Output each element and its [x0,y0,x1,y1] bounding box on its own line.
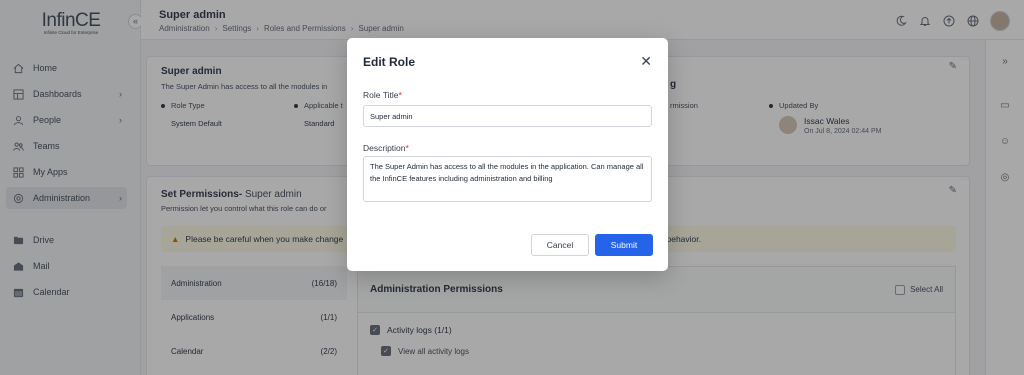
description-textarea[interactable]: The Super Admin has access to all the mo… [363,156,652,202]
role-title-input[interactable] [363,105,652,127]
cancel-button[interactable]: Cancel [531,234,589,256]
description-label: Description* [363,143,409,153]
role-title-label: Role Title* [363,90,402,100]
dialog-title: Edit Role [363,55,416,69]
description-label-text: Description [363,143,406,153]
required-marker: * [405,143,409,153]
submit-button[interactable]: Submit [595,234,653,256]
edit-role-dialog: Edit Role ✕ Role Title* Description* The… [347,38,668,271]
required-marker: * [398,90,402,100]
close-icon[interactable]: ✕ [640,54,652,68]
role-title-label-text: Role Title [363,90,399,100]
